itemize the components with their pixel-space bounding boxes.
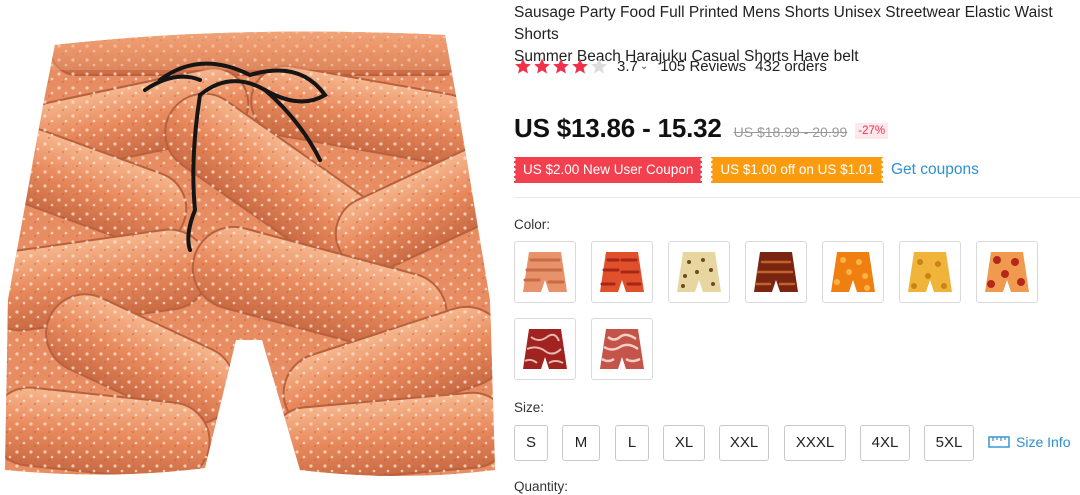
size-option-xxl[interactable]: XXL [719,425,769,461]
color-swatch-pepperoni[interactable] [976,241,1038,303]
reviews-link[interactable]: 105 Reviews [660,58,746,75]
product-main-image[interactable] [0,0,500,495]
size-info-label: Size Info [1016,434,1071,450]
color-swatch-shrimp[interactable] [591,241,653,303]
size-option-xl[interactable]: XL [663,425,705,461]
new-user-coupon[interactable]: US $2.00 New User Coupon [514,157,703,183]
color-swatch-cheese-puffs[interactable] [822,241,884,303]
price-row: US $13.86 - 15.32 US $18.99 - 20.99 -27% [514,113,889,144]
color-swatch-steak[interactable] [514,318,576,380]
size-option-l[interactable]: L [615,425,649,461]
store-coupon[interactable]: US $1.00 off on US $1.01 [711,157,883,183]
original-price: US $18.99 - 20.99 [733,124,848,140]
size-option-m[interactable]: M [562,425,600,461]
current-price: US $13.86 - 15.32 [514,113,722,143]
color-label: Color: [514,217,551,232]
size-option-5xl[interactable]: 5XL [924,425,974,461]
coupons-row: US $2.00 New User Coupon US $1.00 off on… [514,157,979,183]
color-swatch-bacon[interactable] [591,318,653,380]
star-icon [534,58,550,74]
chevron-down-icon[interactable]: ⌄ [640,61,648,72]
color-swatch-nuggets[interactable] [899,241,961,303]
star-icon [515,58,531,74]
rating-row: 3.7 ⌄ 105 Reviews 432 orders [514,56,827,76]
color-swatch-cookies[interactable] [668,241,730,303]
color-swatch-bacon-dark[interactable] [745,241,807,303]
discount-badge: -27% [855,123,889,139]
rating-value[interactable]: 3.7 [617,58,638,75]
get-coupons-link[interactable]: Get coupons [891,161,979,179]
divider [514,197,1080,198]
orders-count: 432 orders [755,57,827,75]
quantity-label: Quantity: [514,479,569,494]
size-option-4xl[interactable]: 4XL [860,425,910,461]
size-label: Size: [514,400,545,415]
star-empty-icon [591,58,607,74]
product-info-panel: Sausage Party Food Full Printed Mens Sho… [514,0,1080,495]
size-option-xxxl[interactable]: XXXL [784,425,846,461]
star-icon [553,58,569,74]
ruler-icon [988,436,1010,448]
sausage-shorts-image [5,31,495,477]
color-swatch-sausage[interactable] [514,241,576,303]
star-icon [572,58,588,74]
size-option-s[interactable]: S [514,425,548,461]
rating-stars[interactable] [514,57,609,75]
size-info-link[interactable]: Size Info [988,434,1070,450]
